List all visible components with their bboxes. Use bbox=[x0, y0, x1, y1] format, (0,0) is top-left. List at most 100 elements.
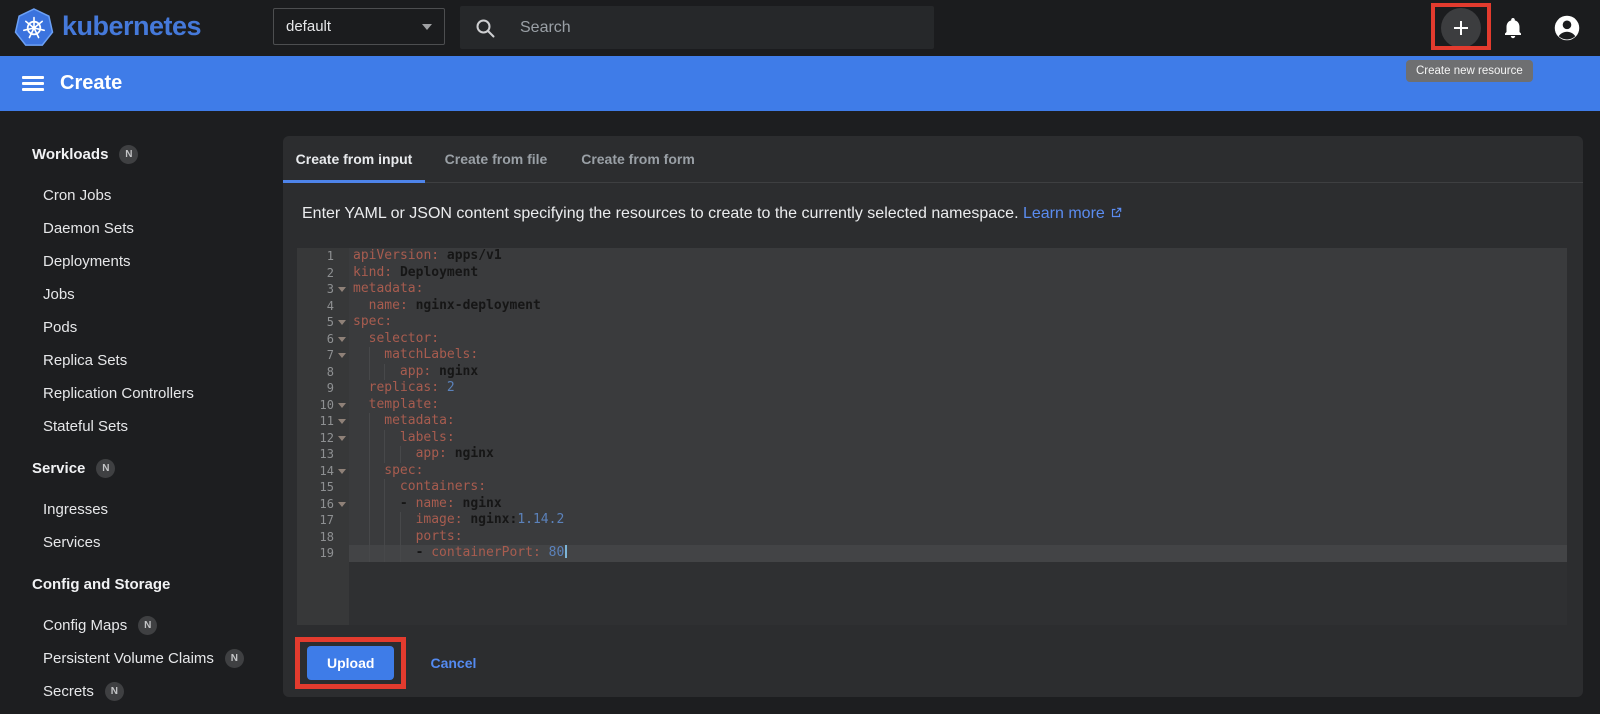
gutter-line-number: 9 bbox=[326, 381, 334, 395]
fold-arrow-icon bbox=[338, 419, 346, 424]
code-line: matchLabels: bbox=[349, 347, 1567, 364]
code-line: app: nginx bbox=[349, 363, 1567, 380]
code-line: image: nginx:1.14.2 bbox=[349, 512, 1567, 529]
code-line: - containerPort: 80 bbox=[349, 545, 1567, 562]
editor-gutter: 1 2 3 4 5 6 7 8 9 10 11 12 13 14 15 16 17 18 19 bbox=[297, 248, 349, 625]
gutter-line-number: 2 bbox=[326, 265, 334, 280]
dropdown-caret-icon bbox=[422, 23, 432, 30]
new-badge: N bbox=[104, 682, 124, 701]
instruction-text: Enter YAML or JSON content specifying th… bbox=[302, 205, 1583, 223]
top-bar: kubernetes default bbox=[0, 0, 1600, 56]
code-line: spec: bbox=[353, 314, 393, 329]
sidebar-item-persistent-volume-claims[interactable]: Persistent Volume Claims N bbox=[0, 642, 283, 675]
gutter-line-number: 14 bbox=[297, 463, 349, 480]
code-line: app: nginx bbox=[349, 446, 1567, 463]
code-line: apiVersion: apps/v1 bbox=[353, 248, 502, 263]
action-row: Upload Cancel bbox=[295, 637, 1583, 689]
kubernetes-dashboard: kubernetes default Search Create Create … bbox=[0, 0, 1600, 714]
tooltip-create-new-resource: Create new resource bbox=[1406, 60, 1533, 82]
code-line: kind: Deployment bbox=[353, 264, 479, 280]
sidebar-item-services[interactable]: Services bbox=[0, 526, 283, 559]
code-line: metadata: bbox=[353, 281, 424, 296]
code-line: spec: bbox=[349, 462, 1567, 479]
brand-wordmark[interactable]: kubernetes bbox=[62, 11, 202, 42]
sidebar-item-jobs[interactable]: Jobs bbox=[0, 278, 283, 311]
fold-arrow-icon bbox=[338, 287, 346, 292]
external-link-icon bbox=[1111, 207, 1122, 218]
sidebar-item-cron-jobs[interactable]: Cron Jobs bbox=[0, 179, 283, 212]
tab-create-from-input[interactable]: Create from input bbox=[283, 136, 425, 182]
sidebar-item-ingresses[interactable]: Ingresses bbox=[0, 493, 283, 526]
new-badge: N bbox=[96, 458, 116, 478]
code-line: selector: bbox=[368, 330, 440, 346]
sidebar-item-config-maps[interactable]: Config Maps N bbox=[0, 609, 283, 642]
gutter-line-number: 19 bbox=[319, 546, 334, 560]
fold-arrow-icon bbox=[338, 435, 346, 441]
gutter-line-number: 13 bbox=[319, 447, 334, 461]
sidebar-item-deployments[interactable]: Deployments bbox=[0, 245, 283, 278]
gutter-line-number: 7 bbox=[297, 347, 349, 364]
new-badge: N bbox=[138, 616, 158, 635]
tab-create-from-file[interactable]: Create from file bbox=[425, 136, 567, 182]
code-line: template: bbox=[368, 396, 440, 412]
gutter-line-number: 18 bbox=[319, 529, 334, 544]
code-line: replicas: 2 bbox=[368, 380, 455, 395]
annotation-box-add-button bbox=[1431, 3, 1491, 50]
new-badge: N bbox=[119, 144, 139, 164]
gutter-line-number: 8 bbox=[326, 364, 334, 379]
menu-icon[interactable] bbox=[22, 73, 44, 95]
code-line: containers: bbox=[349, 479, 1567, 496]
fold-arrow-icon bbox=[338, 468, 346, 474]
gutter-line-number: 15 bbox=[319, 480, 334, 494]
upload-button[interactable]: Upload bbox=[307, 646, 395, 680]
namespace-selector[interactable]: default bbox=[273, 8, 445, 45]
fold-arrow-icon bbox=[338, 320, 346, 325]
sidebar-section-config-and-storage[interactable]: Config and Storage bbox=[0, 567, 283, 601]
editor-code-area: apiVersion: apps/v1 kind: Deployment metad… bbox=[349, 248, 1567, 625]
tab-bar: Create from input Create from file Creat… bbox=[283, 136, 1583, 183]
search-input[interactable] bbox=[520, 18, 920, 37]
code-line: - name: nginx bbox=[349, 495, 1567, 512]
sidebar-section-workloads[interactable]: Workloads N bbox=[0, 137, 283, 171]
kubernetes-logo-icon bbox=[14, 8, 54, 53]
notifications-button[interactable] bbox=[1501, 16, 1525, 40]
learn-more-link[interactable]: Learn more bbox=[1023, 205, 1123, 222]
gutter-line-number: 16 bbox=[297, 496, 349, 513]
fold-arrow-icon bbox=[338, 353, 346, 358]
code-line: labels: bbox=[349, 429, 1567, 446]
gutter-line-number: 1 bbox=[326, 249, 334, 263]
yaml-editor[interactable]: 1 2 3 4 5 6 7 8 9 10 11 12 13 14 15 16 17 18 19 apiVersion… bbox=[297, 248, 1567, 625]
gutter-line-number: 10 bbox=[297, 397, 349, 414]
bell-icon bbox=[1505, 18, 1521, 39]
sidebar-section-service[interactable]: Service N bbox=[0, 451, 283, 485]
gutter-line-number: 3 bbox=[297, 281, 349, 298]
active-tab-indicator bbox=[283, 180, 425, 183]
search-icon bbox=[476, 19, 495, 37]
create-card: Create from input Create from file Creat… bbox=[283, 136, 1583, 697]
page-title: Create bbox=[60, 72, 123, 94]
sidebar-item-daemon-sets[interactable]: Daemon Sets bbox=[0, 212, 283, 245]
code-line: name: nginx-deployment bbox=[368, 297, 541, 313]
sidebar-item-pods[interactable]: Pods bbox=[0, 311, 283, 344]
namespace-value: default bbox=[286, 18, 332, 35]
sidebar-item-stateful-sets[interactable]: Stateful Sets bbox=[0, 410, 283, 443]
text-cursor bbox=[565, 545, 568, 558]
gutter-line-number: 6 bbox=[297, 331, 349, 348]
account-button[interactable] bbox=[1553, 14, 1581, 42]
search-bar[interactable] bbox=[460, 6, 934, 49]
gutter-line-number: 12 bbox=[297, 430, 349, 447]
gutter-line-number: 5 bbox=[297, 314, 349, 331]
code-line: metadata: bbox=[349, 413, 1567, 430]
app-bar: Create bbox=[0, 56, 1600, 111]
fold-arrow-icon bbox=[338, 402, 346, 408]
fold-arrow-icon bbox=[338, 336, 346, 342]
sidebar-item-replica-sets[interactable]: Replica Sets bbox=[0, 344, 283, 377]
tab-create-from-form[interactable]: Create from form bbox=[567, 136, 709, 182]
gutter-line-number: 4 bbox=[326, 298, 334, 313]
sidebar-item-secrets[interactable]: Secrets N bbox=[0, 675, 283, 708]
cancel-button[interactable]: Cancel bbox=[430, 655, 476, 671]
sidebar-item-replication-controllers[interactable]: Replication Controllers bbox=[0, 377, 283, 410]
code-line: ports: bbox=[349, 528, 1567, 545]
fold-arrow-icon bbox=[338, 501, 346, 507]
gutter-line-number: 11 bbox=[297, 413, 349, 430]
